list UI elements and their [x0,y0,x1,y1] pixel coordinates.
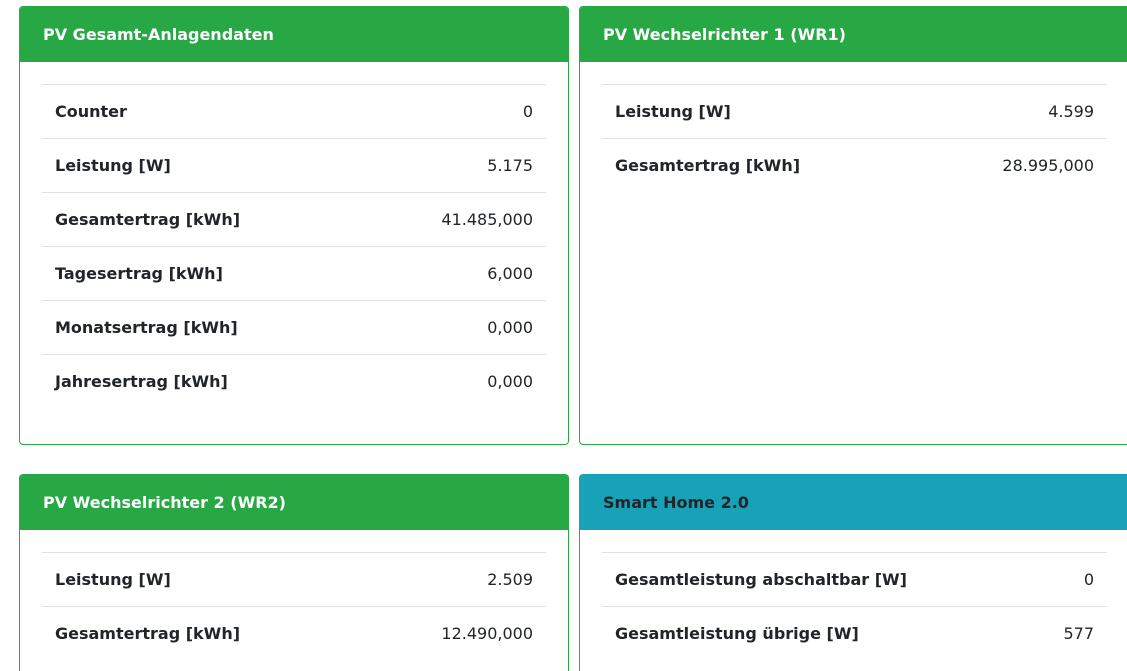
table-row: Gesamtertrag [kWh] 12.490,000 [42,606,546,660]
data-table: Leistung [W] 4.599 Gesamtertrag [kWh] 28… [602,84,1107,192]
table-row: Jahresertrag [kWh] 0,000 [42,354,546,408]
row-label: Gesamtleistung übrige [W] [602,606,1031,660]
card-header-pv-wr1: PV Wechselrichter 1 (WR1) [580,7,1127,62]
table-row: Monatsertrag [kWh] 0,000 [42,300,546,355]
row-value: 0 [365,84,546,139]
row-label: Tagesertrag [kWh] [42,246,366,301]
card-body: Counter 0 Leistung [W] 5.175 Gesamtertra… [20,62,568,408]
card-body: Leistung [W] 2.509 Gesamtertrag [kWh] 12… [20,530,568,660]
row-label: Leistung [W] [602,84,927,139]
data-table: Counter 0 Leistung [W] 5.175 Gesamtertra… [42,84,546,408]
card-pv-gesamt: PV Gesamt-Anlagendaten Counter 0 Leistun… [19,6,569,445]
table-row: Gesamtertrag [kWh] 28.995,000 [602,138,1107,192]
row-label: Gesamtertrag [kWh] [42,606,366,660]
card-header-smart-home: Smart Home 2.0 [580,475,1127,530]
card-title: PV Wechselrichter 2 (WR2) [43,493,286,512]
row-label: Leistung [W] [42,138,366,193]
card-header-pv-wr2: PV Wechselrichter 2 (WR2) [20,475,568,530]
row-value: 28.995,000 [926,138,1107,192]
card-title: PV Gesamt-Anlagendaten [43,25,274,44]
row-label: Leistung [W] [42,552,366,607]
row-value: 5.175 [365,138,546,193]
data-table: Leistung [W] 2.509 Gesamtertrag [kWh] 12… [42,552,546,660]
table-row: Gesamtleistung abschaltbar [W] 0 [602,552,1107,607]
row-label: Gesamtertrag [kWh] [42,192,366,247]
table-row: Counter 0 [42,84,546,139]
row-value: 0 [1030,552,1107,607]
row-label: Monatsertrag [kWh] [42,300,366,355]
row-value: 0,000 [365,300,546,355]
row-value: 0,000 [365,354,546,408]
table-row: Tagesertrag [kWh] 6,000 [42,246,546,301]
table-row: Gesamtertrag [kWh] 41.485,000 [42,192,546,247]
card-header-pv-gesamt: PV Gesamt-Anlagendaten [20,7,568,62]
table-row: Gesamtleistung übrige [W] 577 [602,606,1107,660]
row-value: 41.485,000 [365,192,546,247]
card-pv-wr1: PV Wechselrichter 1 (WR1) Leistung [W] 4… [579,6,1127,445]
card-body: Gesamtleistung abschaltbar [W] 0 Gesamtl… [580,530,1127,660]
table-row: Leistung [W] 4.599 [602,84,1107,139]
data-table: Gesamtleistung abschaltbar [W] 0 Gesamtl… [602,552,1107,660]
row-label: Counter [42,84,366,139]
card-smart-home: Smart Home 2.0 Gesamtleistung abschaltba… [579,474,1127,671]
row-label: Jahresertrag [kWh] [42,354,366,408]
row-value: 2.509 [365,552,546,607]
card-pv-wr2: PV Wechselrichter 2 (WR2) Leistung [W] 2… [19,474,569,671]
card-body: Leistung [W] 4.599 Gesamtertrag [kWh] 28… [580,62,1127,192]
row-value: 4.599 [926,84,1107,139]
row-value: 577 [1030,606,1107,660]
table-row: Leistung [W] 2.509 [42,552,546,607]
table-row: Leistung [W] 5.175 [42,138,546,193]
row-value: 12.490,000 [365,606,546,660]
row-value: 6,000 [365,246,546,301]
row-label: Gesamtleistung abschaltbar [W] [602,552,1031,607]
row-label: Gesamtertrag [kWh] [602,138,927,192]
card-title: Smart Home 2.0 [603,493,749,512]
card-title: PV Wechselrichter 1 (WR1) [603,25,846,44]
